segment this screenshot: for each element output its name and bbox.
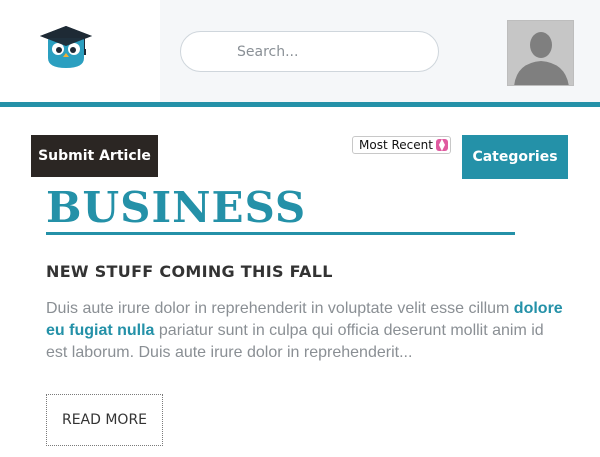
header: [0, 0, 600, 102]
sort-select[interactable]: Most Recent ▲ ▼: [352, 136, 451, 154]
select-arrows-icon: ▲ ▼: [436, 138, 448, 152]
avatar[interactable]: [507, 20, 574, 86]
article-excerpt-start: Duis aute irure dolor in reprehenderit i…: [46, 300, 514, 317]
owl-logo-icon[interactable]: [38, 22, 94, 70]
title-divider: [46, 232, 515, 235]
user-silhouette-icon: [508, 21, 573, 85]
article-title[interactable]: NEW STUFF COMING THIS FALL: [46, 262, 333, 281]
submit-article-button[interactable]: Submit Article: [31, 135, 158, 177]
sort-select-value: Most Recent: [359, 138, 433, 152]
header-divider: [0, 102, 600, 107]
search-input[interactable]: [180, 31, 439, 72]
article-excerpt: Duis aute irure dolor in reprehenderit i…: [46, 298, 566, 364]
read-more-button[interactable]: READ MORE: [46, 394, 163, 446]
categories-button[interactable]: Categories: [462, 135, 568, 179]
page-title: BUSINESS: [46, 183, 307, 232]
